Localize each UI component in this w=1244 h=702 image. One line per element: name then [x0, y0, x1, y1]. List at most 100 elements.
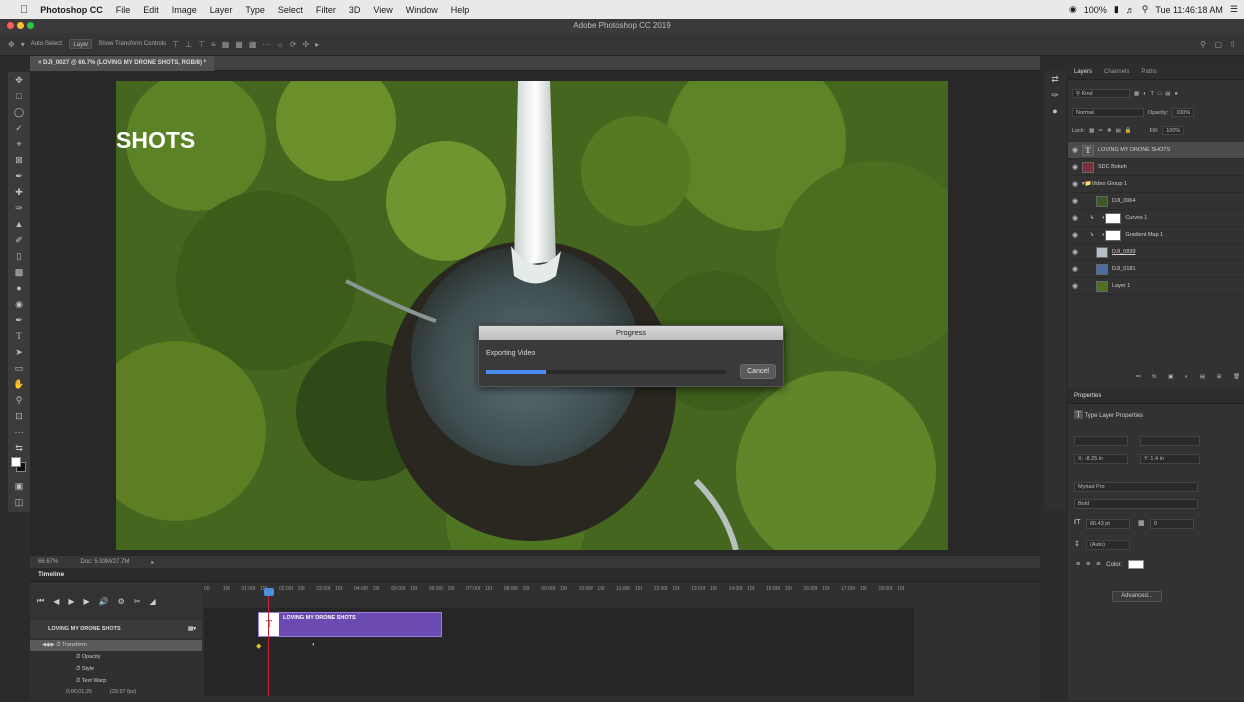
layer-row[interactable]: ◉ DJI_0064 [1068, 193, 1244, 210]
lasso-tool-icon[interactable]: ◯ [8, 104, 30, 120]
mute-audio-icon[interactable]: 🔊 [99, 597, 109, 606]
go-to-first-frame-icon[interactable]: ⏮ [37, 596, 44, 606]
healing-brush-tool-icon[interactable]: ✚ [8, 184, 30, 200]
menu-type[interactable]: Type [245, 5, 265, 15]
chevron-down-icon[interactable]: ▾ [21, 40, 25, 49]
sub-track-transform[interactable]: ◀◆▶ ⏱ Transform [30, 640, 202, 651]
zoom-level[interactable]: 66.67% [38, 559, 58, 565]
filter-adjustment-icon[interactable]: ◐ [1143, 91, 1146, 97]
3d-slide-icon[interactable]: ▸ [315, 40, 319, 49]
new-layer-icon[interactable]: ⊞ [1217, 374, 1222, 380]
fill-input[interactable]: 100% [1162, 126, 1185, 135]
eye-icon[interactable]: ◉ [1068, 265, 1082, 273]
foreground-color-swatch[interactable] [11, 457, 21, 467]
tab-paths[interactable]: Paths [1135, 69, 1162, 75]
previous-frame-icon[interactable]: ◀ [53, 597, 59, 606]
move-tool-icon[interactable]: ✥ [8, 40, 15, 49]
layer-style-icon[interactable]: fx [1152, 374, 1156, 380]
clone-stamp-tool-icon[interactable]: ▲ [8, 216, 30, 232]
swap-colors-icon[interactable]: ⇆ [8, 440, 30, 456]
hand-tool-icon[interactable]: ✋ [8, 376, 30, 392]
zoom-tool-icon[interactable]: ⚲ [8, 392, 30, 408]
settings-gear-icon[interactable]: ⚙ [118, 597, 125, 606]
layer-row-text[interactable]: ◉ T LOVING MY DRONE SHOTS [1068, 142, 1244, 159]
eye-icon[interactable]: ◉ [1068, 214, 1082, 222]
eye-icon[interactable]: ◉ [1068, 248, 1082, 256]
menu-layer[interactable]: Layer [210, 5, 233, 15]
eye-icon[interactable]: ◉ [1068, 231, 1082, 239]
lock-artboard-icon[interactable]: ▤ [1116, 128, 1121, 134]
tab-channels[interactable]: Channels [1098, 69, 1135, 75]
lock-all-icon[interactable]: 🔒 [1125, 128, 1132, 134]
align-center-icon[interactable]: ≡ [1086, 561, 1090, 568]
menu-3d[interactable]: 3D [349, 5, 361, 15]
playhead[interactable] [268, 590, 269, 696]
auto-select-label[interactable]: Auto-Select: [31, 41, 64, 47]
color-swatches[interactable] [8, 456, 30, 478]
share-icon[interactable]: ⇧ [1229, 40, 1236, 49]
battery-icon[interactable]: ▮ [1114, 4, 1119, 15]
type-tool-icon[interactable]: T [8, 328, 30, 344]
tracking-input[interactable]: 0 [1150, 519, 1194, 529]
blur-tool-icon[interactable]: ● [8, 280, 30, 296]
menu-app-name[interactable]: Photoshop CC [40, 5, 103, 15]
y-position-input[interactable]: Y: 1.4 in [1140, 454, 1200, 464]
timecode[interactable]: 0;00;01;26 [66, 689, 92, 695]
3d-orbit-icon[interactable]: ⟳ [290, 40, 297, 49]
time-ruler[interactable]: 00 15f 01:00f 15f 02:00f 15f 03:00f 15f 04:00f 15… [204, 586, 916, 598]
dodge-tool-icon[interactable]: ◉ [8, 296, 30, 312]
font-style-select[interactable]: Bold [1074, 499, 1198, 509]
show-transform-label[interactable]: Show Transform Controls [98, 41, 166, 47]
layer-row-adjustment[interactable]: ◉ ↳ ◐ Curves 1 [1068, 210, 1244, 227]
add-mask-icon[interactable]: ▣ [1168, 374, 1173, 380]
search-icon[interactable]: ⚲ [1200, 40, 1206, 49]
spotlight-search-icon[interactable]: ⚲ [1142, 4, 1149, 15]
wifi-icon[interactable]: ◉ [1069, 4, 1077, 15]
apple-icon[interactable]:  [20, 4, 28, 16]
frame-tool-icon[interactable]: ⊠ [8, 152, 30, 168]
layer-row-adjustment[interactable]: ◉ ↳ ◐ Gradient Map 1 [1068, 227, 1244, 244]
align-bottom-icon[interactable]: ▦ [249, 40, 257, 49]
brush-tool-icon[interactable]: ✑ [8, 200, 30, 216]
layer-row[interactable]: ◉ DJI_0839 [1068, 244, 1244, 261]
menu-help[interactable]: Help [451, 5, 470, 15]
leading-input[interactable]: (Auto) [1086, 540, 1130, 550]
lock-position-icon[interactable]: ✥ [1107, 128, 1112, 134]
cancel-button[interactable]: Cancel [740, 364, 776, 379]
path-selection-tool-icon[interactable]: ➤ [8, 344, 30, 360]
history-icon[interactable]: ⇄ [1044, 71, 1066, 87]
advanced-button[interactable]: Advanced... [1112, 591, 1162, 602]
menu-image[interactable]: Image [172, 5, 197, 15]
layer-row[interactable]: ◉ SDC Bokeh [1068, 159, 1244, 176]
filter-shape-icon[interactable]: □ [1158, 91, 1161, 97]
tab-properties[interactable]: Properties [1068, 393, 1107, 399]
transition-icon[interactable]: ◢ [150, 597, 156, 606]
align-left-icon[interactable]: ≡ [1076, 561, 1080, 568]
lock-pixels-icon[interactable]: ▩ [1089, 128, 1094, 134]
play-icon[interactable]: ▶ [68, 597, 74, 606]
libraries-icon[interactable]: ● [1044, 103, 1066, 119]
minimize-window-icon[interactable] [17, 22, 24, 29]
close-window-icon[interactable] [7, 22, 14, 29]
battery-percent[interactable]: 100% [1084, 5, 1107, 15]
3d-mode-icon[interactable]: ☼ [276, 40, 283, 49]
align-right-icon[interactable]: ≡ [1096, 561, 1100, 568]
menu-window[interactable]: Window [406, 5, 438, 15]
align-right-icon[interactable]: ⊤ [198, 40, 205, 49]
gradient-tool-icon[interactable]: ▩ [8, 264, 30, 280]
lock-paint-icon[interactable]: ✑ [1098, 128, 1103, 134]
filter-pixel-icon[interactable]: ▩ [1134, 91, 1139, 97]
link-layers-icon[interactable]: ⚯ [1136, 374, 1141, 380]
artboard-icon[interactable]: ⊡ [8, 408, 30, 424]
document-tab[interactable]: × DJI_0027 @ 66.7% (LOVING MY DRONE SHOT… [30, 56, 214, 71]
crop-tool-icon[interactable]: ⌖ [8, 136, 30, 152]
volume-icon[interactable]: ♬ [1126, 5, 1135, 15]
opacity-input[interactable]: 100% [1172, 108, 1195, 117]
blend-mode-select[interactable]: Normal [1072, 108, 1144, 117]
font-family-select[interactable]: Myriad Pro [1074, 482, 1198, 492]
eye-icon[interactable]: ◉ [1068, 163, 1082, 171]
width-input[interactable] [1074, 436, 1128, 446]
track-menu-icon[interactable]: ▤▾ [188, 620, 196, 638]
font-size-input[interactable]: 66.43 pt [1086, 519, 1130, 529]
menu-view[interactable]: View [373, 5, 392, 15]
